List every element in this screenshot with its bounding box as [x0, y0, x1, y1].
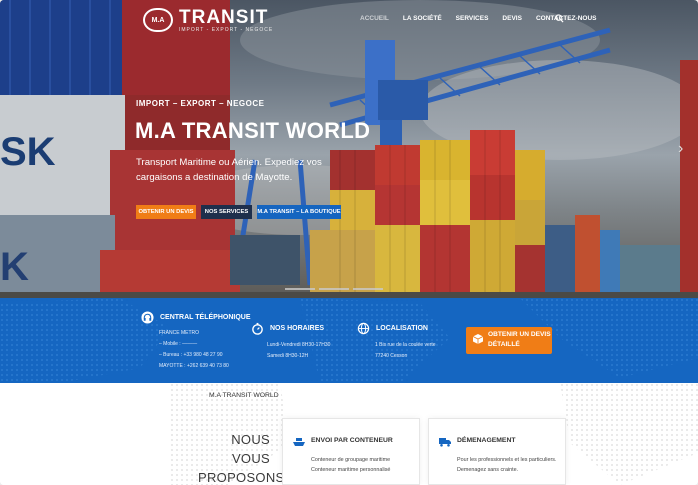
- phone-line: – Bureau : +33 980 48 27 90: [159, 352, 223, 358]
- hero-slider: SK K M.A TRANSIT IMPORT - EXPORT - NEGOC…: [0, 0, 698, 298]
- hero-text: Transport Maritime ou Aérien. Expediez v…: [136, 157, 322, 183]
- hero-title: M.A TRANSIT WORLD: [135, 118, 371, 143]
- hours-line: Lundi-Vendredi 8H30-17H30: [267, 342, 331, 348]
- hours-title: NOS HORAIRES: [270, 325, 325, 332]
- logo-badge-icon: M.A: [143, 8, 173, 32]
- moving-truck-icon: [439, 438, 451, 447]
- proposals-title-line2: PROPOSONS: [198, 470, 285, 485]
- detailed-quote-line2: DÉTAILLÉ: [488, 341, 520, 348]
- phone-block: CENTRAL TÉLÉPHONIQUE FRANCE METRO – Mobi…: [141, 311, 251, 372]
- service-card-line: Conteneur maritime personnalisé: [311, 467, 391, 473]
- menu-item-services[interactable]: SERVICES: [456, 15, 489, 22]
- logo-title: TRANSIT: [179, 6, 269, 28]
- phone-line: MAYOTTE : +262 639 40 73 80: [159, 363, 229, 369]
- slider-next-arrow-icon[interactable]: ›: [678, 140, 683, 158]
- service-card-container[interactable]: ENVOI PAR CONTENEUR Conteneur de groupag…: [282, 418, 420, 485]
- service-card-line: Pour les professionnels et les particuli…: [457, 457, 557, 463]
- service-card-title: ENVOI PAR CONTENEUR: [311, 437, 393, 444]
- service-card-line: Demenagez sans crainte.: [457, 467, 519, 473]
- phone-headset-icon: [141, 311, 154, 324]
- menu-item-devis[interactable]: DEVIS: [502, 15, 522, 22]
- svg-text:SK: SK: [0, 130, 56, 174]
- logo-tagline: IMPORT - EXPORT - NEGOCE: [179, 26, 274, 33]
- proposals-title-line1: NOUS VOUS: [231, 432, 270, 466]
- stopwatch-icon: [252, 322, 263, 335]
- hero-kicker: IMPORT – EXPORT – NEGOCE: [136, 99, 265, 108]
- menu-item-la-societe[interactable]: LA SOCIÉTÉ: [403, 15, 442, 22]
- top-nav: M.A TRANSIT IMPORT - EXPORT - NEGOCE ACC…: [0, 0, 698, 38]
- location-block: LOCALISATION 1 Bis rue de la coulée vert…: [357, 322, 436, 362]
- service-card-moving[interactable]: DÉMENAGEMENT Pour les professionnels et …: [428, 418, 566, 485]
- our-services-button[interactable]: NOS SERVICES: [201, 205, 252, 219]
- service-card-line: Conteneur de groupage maritime: [311, 457, 391, 463]
- slider-dot[interactable]: [285, 288, 315, 290]
- phone-line: – Mobile : ———: [159, 341, 198, 347]
- hours-block: NOS HORAIRES Lundi-Vendredi 8H30-17H30 S…: [251, 322, 330, 362]
- proposals-kicker: M.A TRANSIT WORLD: [209, 392, 279, 399]
- phone-line: FRANCE METRO: [159, 330, 199, 336]
- service-card-title: DÉMENAGEMENT: [457, 437, 516, 444]
- slider-pagination: [285, 288, 383, 290]
- hours-line: Samedi 8H30-12H: [267, 353, 309, 359]
- get-quote-button[interactable]: OBTENIR UN DEVIS: [136, 205, 196, 219]
- page: SK K M.A TRANSIT IMPORT - EXPORT - NEGOC…: [0, 0, 698, 485]
- shop-button[interactable]: M.A TRANSIT – LA BOUTIQUE: [257, 205, 341, 219]
- svg-text:K: K: [0, 245, 29, 289]
- detailed-quote-button[interactable]: OBTENIR UN DEVIS DÉTAILLÉ: [466, 327, 552, 354]
- logo[interactable]: M.A TRANSIT IMPORT - EXPORT - NEGOCE: [143, 6, 273, 34]
- main-menu: ACCUEIL LA SOCIÉTÉ SERVICES DEVIS CONTAC…: [360, 15, 610, 22]
- location-line: 1 Bis rue de la coulée verte: [375, 342, 436, 348]
- info-bar: [0, 298, 698, 383]
- detailed-quote-line1: OBTENIR UN DEVIS: [488, 331, 551, 338]
- globe-icon: [357, 322, 370, 335]
- world-map-dots-background: [0, 298, 698, 383]
- proposals-title: NOUS VOUS PROPOSONS: [198, 430, 285, 485]
- slider-dot[interactable]: [353, 288, 383, 290]
- logo-badge-text: M.A: [151, 16, 165, 24]
- cube-icon: [472, 334, 484, 344]
- hero-background-image: SK K: [0, 0, 698, 298]
- logo-text: TRANSIT IMPORT - EXPORT - NEGOCE: [179, 8, 273, 33]
- menu-item-accueil[interactable]: ACCUEIL: [360, 15, 389, 22]
- search-icon[interactable]: [555, 14, 564, 23]
- location-line: 77240 Cesson: [375, 353, 408, 359]
- phone-title: CENTRAL TÉLÉPHONIQUE: [160, 314, 251, 321]
- slider-dot[interactable]: [319, 288, 349, 290]
- ship-icon: [293, 438, 305, 446]
- menu-item-contactez-nous[interactable]: CONTACTEZ-NOUS: [536, 15, 597, 22]
- location-title: LOCALISATION: [376, 325, 428, 332]
